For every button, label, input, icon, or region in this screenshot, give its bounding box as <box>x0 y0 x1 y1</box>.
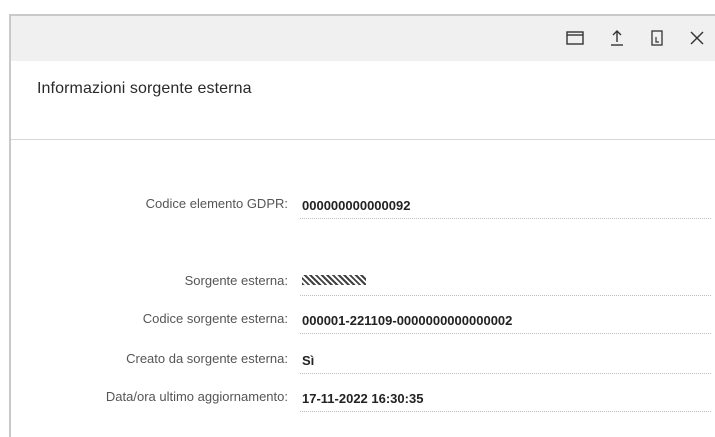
close-icon[interactable] <box>685 26 709 50</box>
field-row-gdpr-code: Codice elemento GDPR: 000000000000092 <box>11 192 715 222</box>
field-value-text: Sì <box>302 353 315 368</box>
field-value-text: 000000000000092 <box>302 198 411 213</box>
window-icon[interactable] <box>563 26 587 50</box>
field-label: Codice elemento GDPR: <box>145 196 288 211</box>
outer-background <box>0 0 715 14</box>
field-label: Creato da sorgente esterna: <box>126 351 288 366</box>
field-label: Codice sorgente esterna: <box>142 311 288 326</box>
external-source-info-dialog: Informazioni sorgente esterna Codice ele… <box>9 14 715 437</box>
field-value: Sì <box>300 347 711 374</box>
field-row-external-source: Sorgente esterna: <box>11 269 715 299</box>
bookmark-icon[interactable] <box>645 26 669 50</box>
field-label: Data/ora ultimo aggiornamento: <box>105 389 288 404</box>
field-value: 000000000000092 <box>300 192 711 219</box>
field-row-created-by-external: Creato da sorgente esterna: Sì <box>11 347 715 377</box>
field-value <box>300 269 711 296</box>
field-row-last-update: Data/ora ultimo aggiornamento: 17-11-202… <box>11 385 715 415</box>
dialog-title: Informazioni sorgente esterna <box>37 80 252 97</box>
field-value-text: 000001-221109-0000000000000002 <box>302 313 513 328</box>
redacted-value <box>302 275 366 285</box>
field-value-text: 17-11-2022 16:30:35 <box>302 391 424 406</box>
dialog-header: Informazioni sorgente esterna <box>11 61 715 140</box>
field-label: Sorgente esterna: <box>184 273 288 288</box>
field-value: 000001-221109-0000000000000002 <box>300 307 711 334</box>
field-value: 17-11-2022 16:30:35 <box>300 385 711 412</box>
dialog-toolbar <box>11 16 715 61</box>
field-row-external-source-code: Codice sorgente esterna: 000001-221109-0… <box>11 307 715 337</box>
upload-icon[interactable] <box>605 26 629 50</box>
